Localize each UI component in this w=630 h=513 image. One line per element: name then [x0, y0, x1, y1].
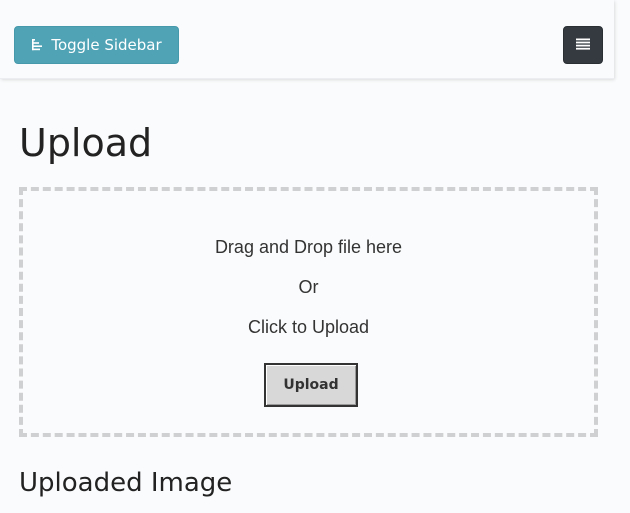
dropzone-click-text: Click to Upload [247, 317, 370, 337]
toggle-sidebar-label: Toggle Sidebar [51, 36, 162, 54]
file-dropzone[interactable]: Drag and Drop file here Or Click to Uplo… [19, 187, 598, 437]
upload-button[interactable]: Upload [264, 363, 358, 407]
uploaded-image-heading: Uploaded Image [19, 468, 233, 498]
dropzone-or-text: Or [298, 277, 319, 297]
align-left-icon [31, 38, 45, 52]
page-title: Upload [19, 121, 153, 165]
menu-icon [576, 38, 590, 53]
menu-button[interactable] [563, 26, 603, 64]
top-navbar: Toggle Sidebar [0, 0, 614, 79]
dropzone-drag-text: Drag and Drop file here [214, 237, 403, 257]
toggle-sidebar-button[interactable]: Toggle Sidebar [14, 26, 179, 64]
